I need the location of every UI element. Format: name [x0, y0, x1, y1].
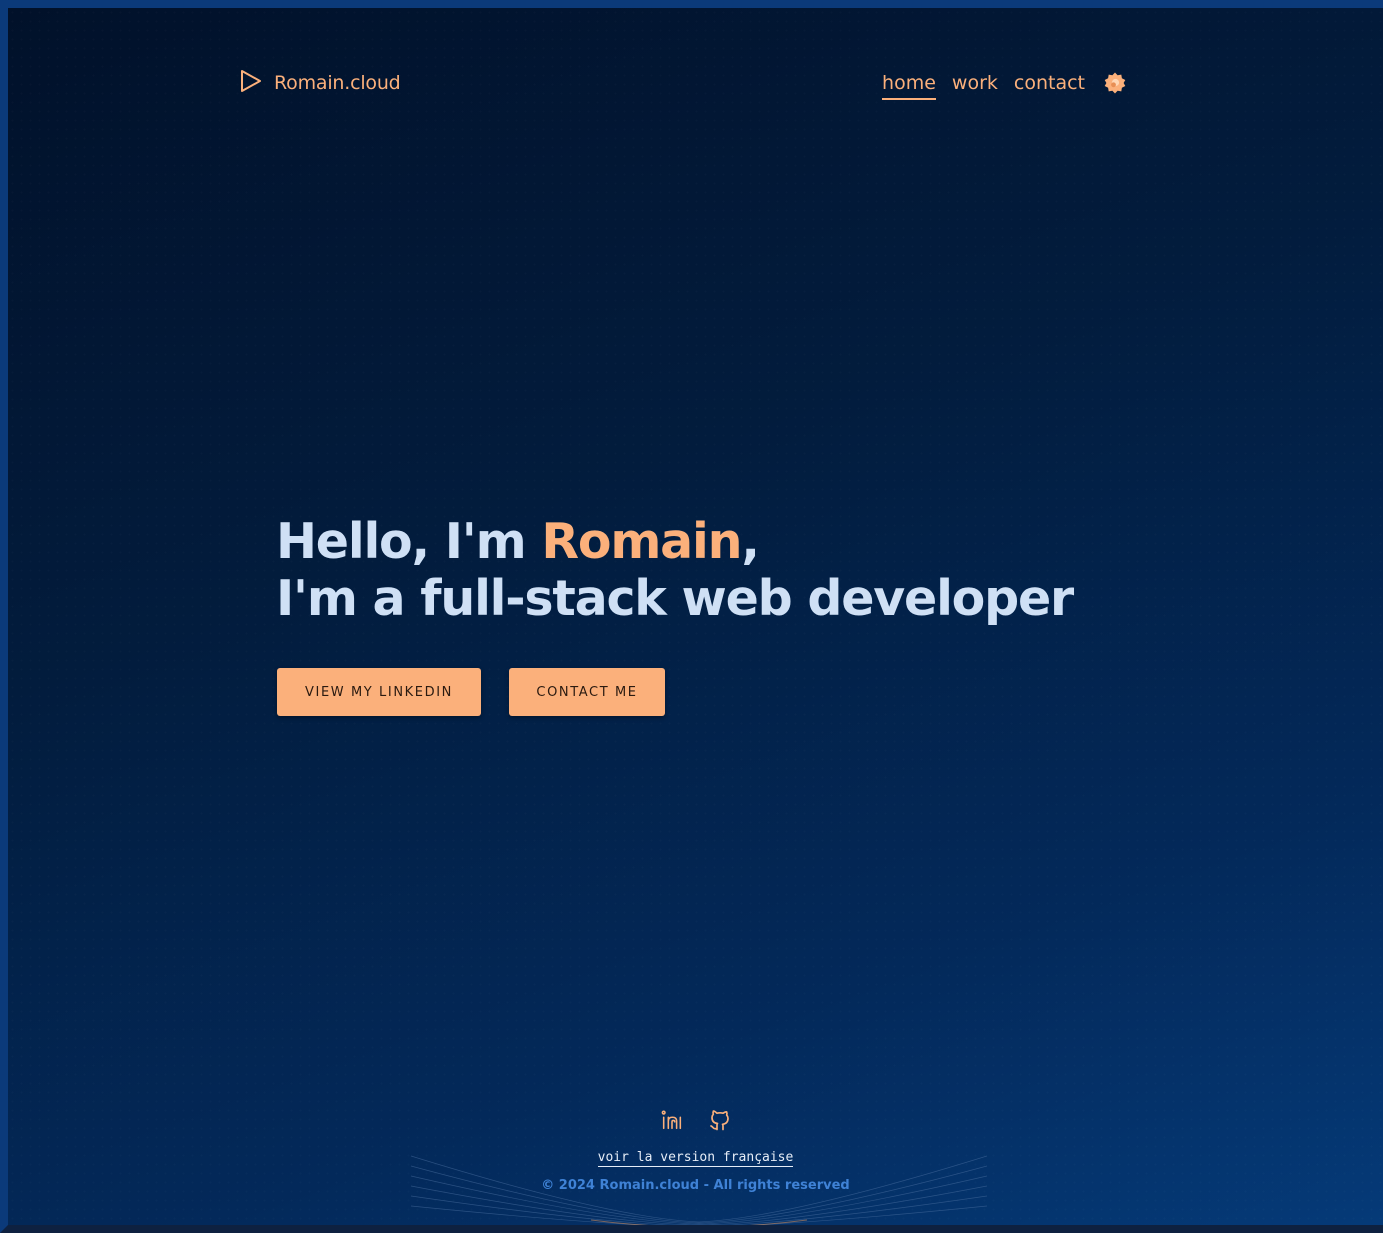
hero-buttons: VIEW MY LINKEDIN CONTACT ME — [277, 668, 665, 716]
copyright-text: © 2024 Romain.cloud - All rights reserve… — [541, 1178, 850, 1193]
site-name: Romain.cloud — [274, 72, 401, 94]
nav-contact[interactable]: contact — [1014, 66, 1085, 100]
badge-icon — [1104, 72, 1126, 94]
hero-heading: Hello, I'm Romain, I'm a full-stack web … — [276, 513, 1074, 627]
nav-work[interactable]: work — [952, 66, 998, 100]
hero-name: Romain — [541, 513, 742, 570]
french-version-link[interactable]: voir la version française — [597, 1150, 794, 1167]
github-link[interactable] — [708, 1108, 732, 1132]
linkedin-icon — [661, 1110, 682, 1130]
hero-tagline: I'm a full-stack web developer — [276, 570, 1074, 627]
view-linkedin-button[interactable]: VIEW MY LINKEDIN — [277, 668, 481, 716]
site-logo[interactable]: Romain.cloud — [240, 62, 401, 104]
social-links — [660, 1108, 732, 1132]
page-background: Romain.cloud home work contact Hello, I'… — [0, 0, 1383, 1233]
theme-toggle-button[interactable] — [1103, 71, 1127, 95]
github-icon — [710, 1110, 729, 1131]
hero-comma: , — [741, 513, 760, 570]
hero-section: Hello, I'm Romain, I'm a full-stack web … — [276, 513, 1074, 627]
contact-me-button[interactable]: CONTACT ME — [509, 668, 665, 716]
language-switch: voir la version française — [8, 1148, 1383, 1167]
linkedin-link[interactable] — [660, 1108, 684, 1132]
nav-home[interactable]: home — [882, 66, 936, 100]
play-triangle-icon — [240, 69, 262, 98]
hero-greeting: Hello, I'm — [276, 513, 542, 570]
main-nav: home work contact — [882, 62, 1127, 104]
